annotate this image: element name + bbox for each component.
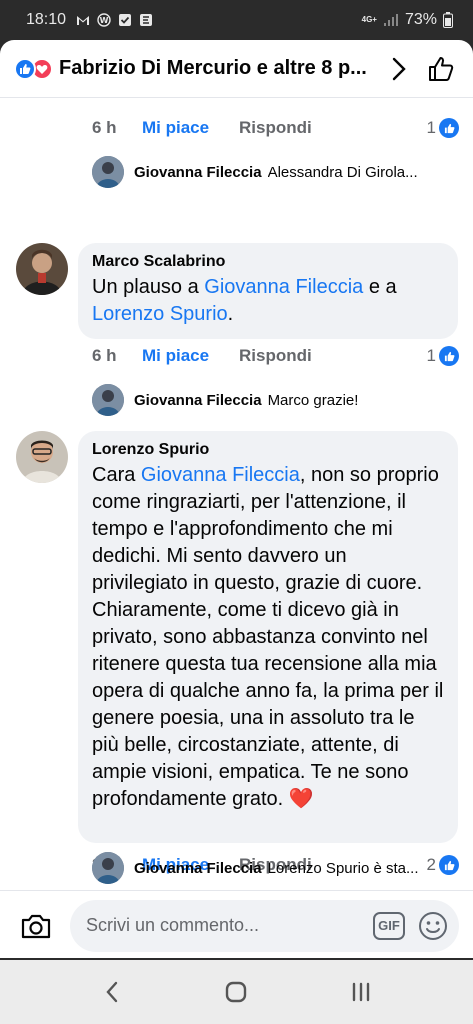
recent-apps-icon[interactable] <box>341 972 381 1012</box>
back-icon[interactable] <box>92 972 132 1012</box>
avatar[interactable] <box>16 243 68 295</box>
avatar[interactable] <box>92 156 124 188</box>
wordpress-icon: W <box>97 13 111 27</box>
reply-button[interactable]: Rispondi <box>239 118 312 138</box>
like-button[interactable]: Mi piace <box>142 118 239 138</box>
comment-time: 6 h <box>92 118 117 137</box>
like-button[interactable]: Mi piace <box>142 346 239 366</box>
like-reaction-icon <box>14 57 36 80</box>
check-icon <box>119 14 132 26</box>
avatar[interactable] <box>92 384 124 416</box>
like-outline-icon[interactable] <box>423 51 459 87</box>
comment-time: 6 h <box>92 346 117 365</box>
status-time: 18:10 <box>26 11 67 28</box>
app-icon <box>140 14 153 26</box>
reply-text: Marco grazie! <box>267 391 359 409</box>
comment-composer: GIF <box>0 890 473 960</box>
camera-icon[interactable] <box>14 904 58 948</box>
cut-off-text <box>92 98 242 102</box>
like-icon <box>439 346 459 366</box>
like-icon <box>439 118 459 138</box>
comment-input[interactable] <box>86 915 373 936</box>
emoji-icon[interactable] <box>417 910 449 942</box>
system-nav-bar <box>0 960 473 1024</box>
comment-author[interactable]: Lorenzo Spurio <box>92 441 444 459</box>
comments-sheet: Fabrizio Di Mercurio e altre 8 p... 6 h … <box>0 40 473 960</box>
heart-emoji: ❤️ <box>288 788 314 810</box>
status-bar: 18:10 W 4G+ 73% <box>0 0 473 40</box>
reply-preview[interactable]: Giovanna Fileccia Lorenzo Spurio è sta..… <box>92 850 459 886</box>
comment-meta-row: 6 h Mi piace Rispondi 1 <box>92 341 459 371</box>
signal-icon <box>383 14 398 26</box>
svg-text:W: W <box>100 16 109 25</box>
reply-author[interactable]: Giovanna Fileccia <box>134 860 262 877</box>
avatar[interactable] <box>92 852 124 884</box>
comment-text: Un plauso a Giovanna Fileccia e a Lorenz… <box>92 276 397 325</box>
reply-button[interactable]: Rispondi <box>239 346 312 366</box>
reply-author[interactable]: Giovanna Fileccia <box>134 164 262 181</box>
reply-text: Alessandra Di Girola... <box>267 163 418 181</box>
gif-button[interactable]: GIF <box>373 911 405 940</box>
reply-text: Lorenzo Spurio è sta... <box>267 859 419 877</box>
like-count[interactable]: 1 <box>427 346 459 366</box>
reply-preview[interactable]: Giovanna Fileccia Alessandra Di Girola..… <box>92 154 459 190</box>
chevron-right-icon[interactable] <box>381 51 417 87</box>
comment-bubble[interactable]: Lorenzo Spurio Cara Giovanna Fileccia, n… <box>78 431 458 843</box>
mention-link[interactable]: Lorenzo Spurio <box>92 303 228 325</box>
comment-input-wrapper: GIF <box>70 899 459 952</box>
battery-icon <box>443 12 453 28</box>
reaction-summary[interactable] <box>14 57 53 80</box>
avatar[interactable] <box>16 431 68 483</box>
network-label: 4G+ <box>361 15 377 24</box>
comment-text: Cara Giovanna Fileccia, non so proprio c… <box>92 464 444 810</box>
mention-link[interactable]: Giovanna Fileccia <box>141 464 300 486</box>
comment-meta-row: 6 h Mi piace Rispondi 1 <box>92 113 459 143</box>
reply-preview[interactable]: Giovanna Fileccia Marco grazie! <box>92 382 459 418</box>
reactors-title[interactable]: Fabrizio Di Mercurio e altre 8 p... <box>59 57 375 80</box>
home-icon[interactable] <box>216 972 256 1012</box>
comment-author[interactable]: Marco Scalabrino <box>92 253 444 271</box>
comments-list[interactable]: 6 h Mi piace Rispondi 1 Giovanna Filecci… <box>0 98 473 890</box>
gmail-icon <box>77 16 90 25</box>
battery-percent: 73% <box>404 11 437 28</box>
sheet-header: Fabrizio Di Mercurio e altre 8 p... <box>0 40 473 98</box>
mention-link[interactable]: Giovanna Fileccia <box>204 276 363 298</box>
comment-bubble[interactable]: Marco Scalabrino Un plauso a Giovanna Fi… <box>78 243 458 339</box>
reply-author[interactable]: Giovanna Fileccia <box>134 392 262 409</box>
like-count[interactable]: 1 <box>427 118 459 138</box>
